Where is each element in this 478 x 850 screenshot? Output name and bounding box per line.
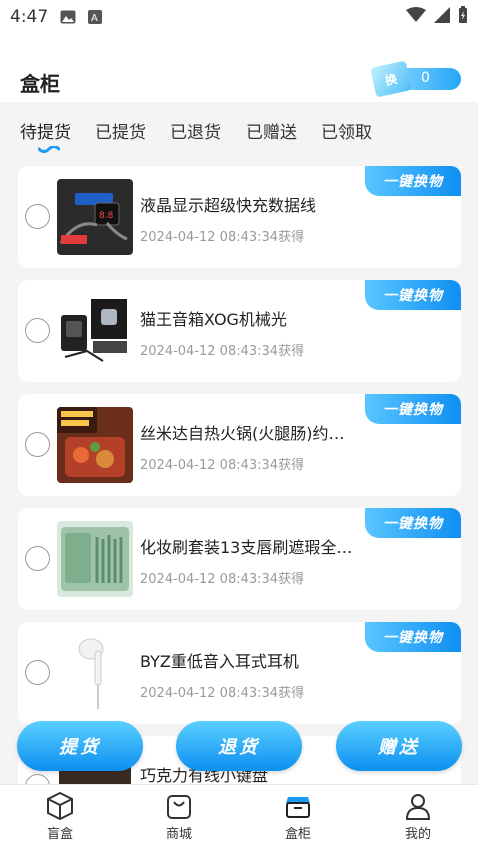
one-click-swap-button[interactable]: 一键换物 [365, 280, 461, 310]
status-bar: 4:47 A [0, 0, 478, 34]
exchange-ticket-counter[interactable]: 换 0 [370, 60, 461, 98]
list-item[interactable]: 猫王音箱XOG机械光 2024-04-12 08:43:34获得 一键换物 [18, 280, 461, 382]
one-click-swap-button[interactable]: 一键换物 [365, 508, 461, 538]
item-name: 化妆刷套装13支唇刷遮瑕全… [140, 538, 353, 557]
nav-blind-box[interactable]: 盲盒 [20, 791, 100, 842]
item-list: 8.8 液晶显示超级快充数据线 2024-04-12 08:43:34获得 一键… [0, 158, 478, 784]
pickup-button[interactable]: 提货 [17, 721, 143, 771]
product-image-cable: 8.8 [57, 179, 133, 255]
item-name: 猫王音箱XOG机械光 [140, 310, 287, 329]
item-date: 2024-04-12 08:43:34获得 [140, 344, 305, 359]
select-checkbox[interactable] [25, 660, 50, 685]
image-icon [60, 10, 76, 24]
item-date: 2024-04-12 08:43:34获得 [140, 230, 305, 245]
tab-pending-pickup[interactable]: 待提货 [20, 118, 71, 143]
svg-text:8.8: 8.8 [99, 211, 114, 221]
item-date: 2024-04-12 08:43:34获得 [140, 686, 305, 701]
nav-mall[interactable]: 商城 [139, 791, 219, 842]
select-checkbox[interactable] [25, 546, 50, 571]
product-image-earphones [57, 635, 133, 711]
header: 盒柜 换 0 [0, 34, 478, 102]
cube-icon [47, 791, 73, 821]
box-icon [286, 797, 310, 818]
item-name: 液晶显示超级快充数据线 [140, 196, 317, 215]
item-name: BYZ重低音入耳式耳机 [140, 652, 299, 671]
wifi-icon [406, 7, 426, 27]
item-date: 2024-04-12 08:43:34获得 [140, 458, 305, 473]
one-click-swap-button[interactable]: 一键换物 [365, 622, 461, 652]
list-item[interactable]: 8.8 液晶显示超级快充数据线 2024-04-12 08:43:34获得 一键… [18, 166, 461, 268]
list-item[interactable]: 丝米达自热火锅(火腿肠)约… 2024-04-12 08:43:34获得 一键换… [18, 394, 461, 496]
item-name: 丝米达自热火锅(火腿肠)约… [140, 424, 345, 443]
svg-text:A: A [91, 13, 98, 24]
product-image-speaker [57, 293, 133, 369]
select-checkbox[interactable] [25, 432, 50, 457]
one-click-swap-button[interactable]: 一键换物 [365, 394, 461, 424]
exchange-count: 0 [421, 70, 430, 86]
list-item[interactable]: 化妆刷套装13支唇刷遮瑕全… 2024-04-12 08:43:34获得 一键换… [18, 508, 461, 610]
bottom-nav: 盲盒 商城 盒柜 我的 [0, 784, 478, 850]
nav-label: 盒柜 [284, 827, 311, 842]
bag-icon [167, 795, 191, 819]
battery-icon [458, 6, 468, 28]
nav-mine[interactable]: 我的 [378, 791, 458, 842]
list-item[interactable]: BYZ重低音入耳式耳机 2024-04-12 08:43:34获得 一键换物 [18, 622, 461, 724]
tab-received[interactable]: 已领取 [321, 118, 372, 143]
tab-picked-up[interactable]: 已提货 [95, 118, 146, 143]
product-image-hotpot [57, 407, 133, 483]
person-icon [405, 794, 431, 820]
signal-icon [434, 7, 450, 27]
exchange-ticket-icon: 换 [370, 60, 412, 98]
status-tabs: 待提货 已提货 已退货 已赠送 已领取 [0, 102, 478, 158]
tab-returned[interactable]: 已退货 [170, 118, 221, 143]
select-checkbox[interactable] [25, 318, 50, 343]
nav-box-cabinet[interactable]: 盒柜 [258, 791, 338, 842]
item-date: 2024-04-12 08:43:34获得 [140, 572, 305, 587]
text-a-icon: A [88, 10, 103, 24]
return-button[interactable]: 退货 [176, 721, 302, 771]
nav-label: 我的 [404, 827, 431, 842]
status-time: 4:47 [10, 7, 49, 27]
one-click-swap-button[interactable]: 一键换物 [365, 166, 461, 196]
tab-active-indicator [38, 146, 60, 153]
product-image-brush-set [57, 521, 133, 597]
select-checkbox[interactable] [25, 774, 50, 784]
gift-button[interactable]: 赠送 [336, 721, 462, 771]
tab-gifted[interactable]: 已赠送 [246, 118, 297, 143]
nav-label: 盲盒 [46, 827, 73, 842]
select-checkbox[interactable] [25, 204, 50, 229]
page-title: 盒柜 [20, 72, 60, 96]
nav-label: 商城 [165, 827, 192, 842]
